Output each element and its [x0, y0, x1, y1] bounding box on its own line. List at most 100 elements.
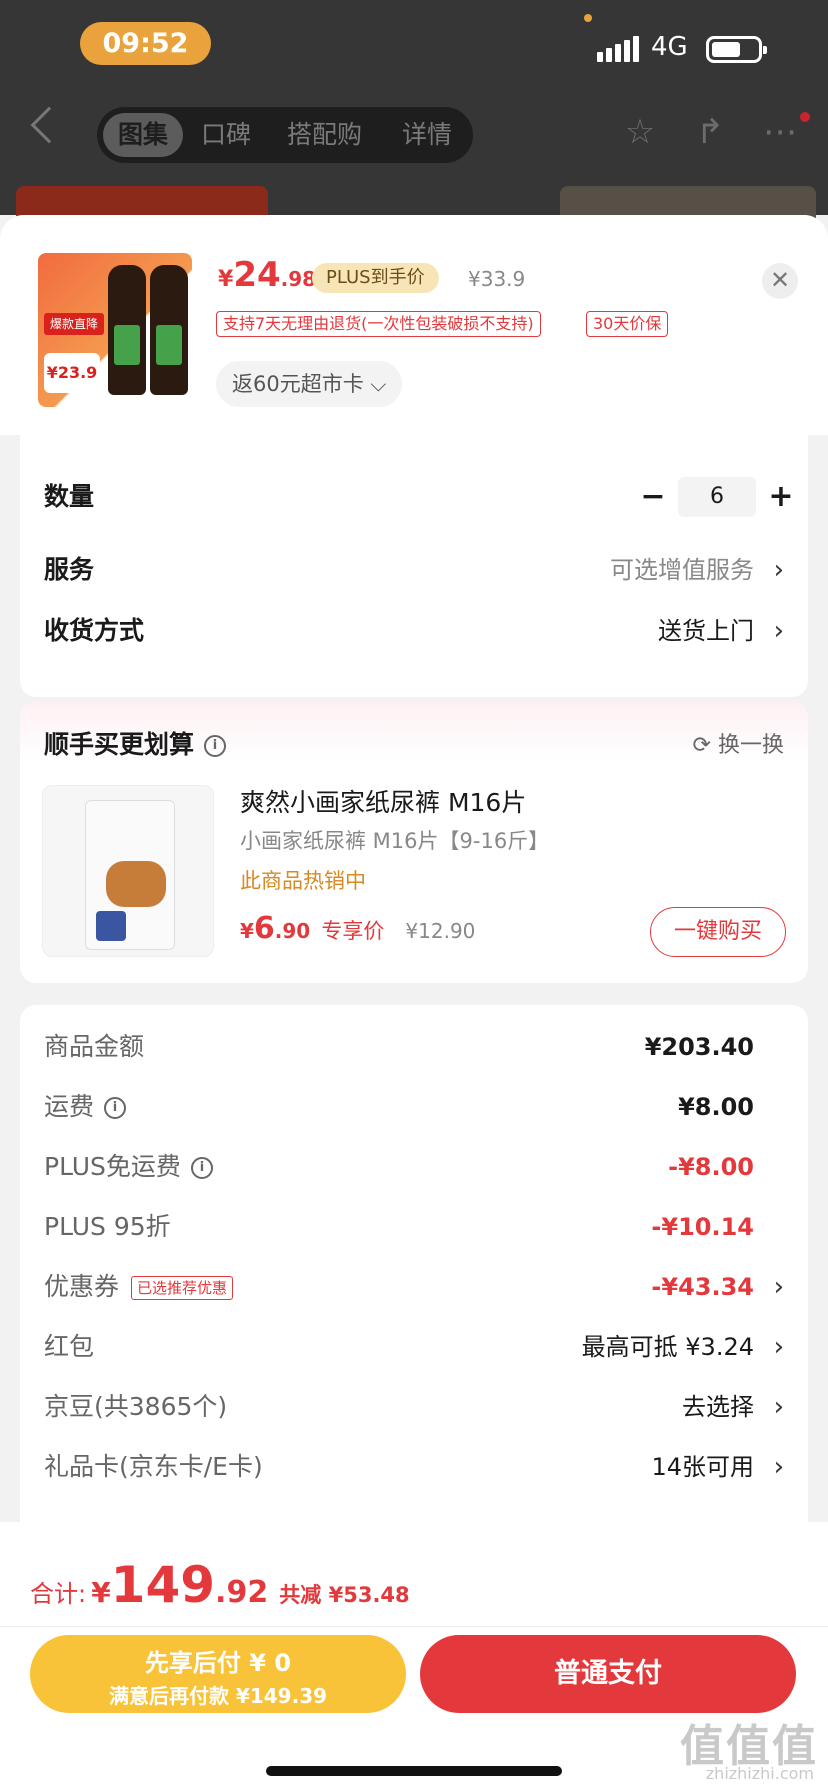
recommend-item-image[interactable]: [42, 785, 214, 957]
recommend-item-spec: 小画家纸尿裤 M16片【9-16斤】: [240, 829, 550, 853]
quantity-input[interactable]: 6: [678, 477, 756, 517]
chevron-right-icon: ›: [773, 1272, 784, 1302]
coupon-recommend-tag: 已选推荐优惠: [131, 1276, 234, 1300]
summary-row-coupon[interactable]: 优惠券 已选推荐优惠 -¥43.34 ›: [44, 1267, 784, 1307]
signal-icon: [597, 36, 642, 62]
price-symbol: ¥: [240, 919, 254, 943]
refresh-label: 换一换: [717, 733, 784, 758]
total-saved: 共减 ¥53.48: [279, 1583, 410, 1607]
refresh-button[interactable]: ⟳ 换一换: [693, 727, 784, 759]
summary-row-shipping: 运费 i ¥8.00: [44, 1087, 784, 1127]
star-icon[interactable]: ☆: [620, 112, 660, 152]
product-summary: 爆款直降 ¥23.9 ¥24.98 PLUS到手价 ¥33.9 ✕ 支持7天无理…: [0, 215, 828, 435]
total-symbol: ¥: [91, 1576, 111, 1609]
home-indicator[interactable]: [266, 1766, 562, 1776]
pay-later-button[interactable]: 先享后付 ¥ 0 满意后再付款 ¥149.39: [30, 1635, 406, 1713]
chevron-right-icon: ›: [773, 1332, 784, 1362]
plus-price-tag: PLUS到手价: [312, 263, 439, 293]
soy-bottle-image: [108, 265, 146, 395]
total-decimal: .92: [215, 1575, 269, 1610]
shipping-value: ¥8.00: [678, 1093, 754, 1121]
battery-icon: [706, 36, 767, 63]
normal-pay-button[interactable]: 普通支付: [420, 1635, 796, 1713]
delivery-label: 收货方式: [44, 616, 145, 645]
tab-details[interactable]: 详情: [402, 107, 452, 163]
dimmed-product-header: 09:52 4G 图集 口碑 搭配购 详情 ☆ ↱ ⋯: [0, 0, 828, 226]
return-policy-tag: 支持7天无理由退货(一次性包装破损不支持): [216, 311, 541, 337]
watermark-site: zhizhizhi.com: [705, 1764, 814, 1783]
thumb-price: ¥23.9: [44, 353, 100, 393]
soy-bottle-image: [150, 265, 188, 395]
product-thumbnail: 爆款直降 ¥23.9: [38, 253, 192, 407]
coupon-label-wrap: 优惠券 已选推荐优惠: [44, 1267, 234, 1307]
thumb-badge: 爆款直降: [44, 313, 104, 335]
total-label: 合计:: [30, 1580, 87, 1608]
more-icon[interactable]: ⋯: [760, 112, 800, 152]
chevron-right-icon: ›: [773, 1452, 784, 1482]
summary-row-goods: 商品金额 ¥203.40: [44, 1027, 784, 1067]
quantity-row: 数量 − 6 +: [44, 477, 794, 517]
tab-gallery[interactable]: 图集: [103, 113, 183, 157]
exclusive-price-tag: 专享价: [321, 919, 385, 943]
summary-row-plus-shipping: PLUS免运费 i -¥8.00: [44, 1147, 784, 1187]
giftcard-label: 礼品卡(京东卡/E卡): [44, 1452, 263, 1481]
share-icon[interactable]: ↱: [690, 112, 730, 152]
chevron-right-icon: ›: [773, 1392, 784, 1422]
coupon-value: -¥43.34: [651, 1273, 754, 1301]
back-icon[interactable]: [30, 106, 68, 144]
tab-bundles[interactable]: 搭配购: [287, 107, 362, 163]
summary-row-giftcard[interactable]: 礼品卡(京东卡/E卡) 14张可用 ›: [44, 1447, 784, 1487]
pay-later-line2: 满意后再付款 ¥149.39: [108, 1684, 328, 1708]
tab-reviews[interactable]: 口碑: [201, 107, 251, 163]
plus-discount-label: PLUS 95折: [44, 1212, 171, 1241]
delivery-row[interactable]: 收货方式 送货上门 ›: [44, 611, 784, 651]
checkout-page: 09:52 4G 图集 口碑 搭配购 详情 ☆ ↱ ⋯ 爆款直降 ¥23.9 ¥…: [0, 0, 828, 1792]
redpacket-value: 最高可抵 ¥3.24: [581, 1333, 754, 1361]
goods-amount-value: ¥203.40: [644, 1033, 754, 1061]
price-decimal: .90: [274, 919, 311, 943]
service-label: 服务: [44, 555, 95, 584]
price-decimal: .98: [280, 267, 317, 291]
notification-dot: [800, 112, 810, 122]
shipping-label-wrap: 运费 i: [44, 1087, 127, 1127]
recommend-card: 顺手买更划算 i ⟳ 换一换 爽然小画家纸尿裤 M16片 小画家纸尿裤 M16片【…: [20, 701, 808, 983]
recommend-title: 顺手买更划算: [44, 730, 195, 759]
price-summary-card: 商品金额 ¥203.40 运费 i ¥8.00 PLUS免运费 i -¥8.00 P…: [20, 1005, 808, 1545]
info-icon[interactable]: i: [190, 1157, 213, 1179]
plus-icon[interactable]: +: [766, 477, 796, 517]
service-value: 可选增值服务: [610, 556, 754, 584]
price-protect-tag: 30天价保: [586, 311, 669, 337]
chevron-right-icon: ›: [773, 555, 784, 585]
privacy-indicator: [584, 14, 592, 22]
total-integer: 149: [110, 1556, 216, 1614]
price-integer: 24: [233, 255, 281, 295]
plus-shipping-label: PLUS免运费: [44, 1152, 181, 1181]
minus-icon[interactable]: −: [638, 477, 668, 517]
one-click-buy-button[interactable]: 一键购买: [650, 907, 786, 957]
product-price: ¥24.98: [218, 255, 316, 295]
coupon-label: 优惠券: [44, 1272, 120, 1301]
summary-row-redpacket[interactable]: 红包 最高可抵 ¥3.24 ›: [44, 1327, 784, 1367]
recommend-item-name[interactable]: 爽然小画家纸尿裤 M16片: [240, 783, 526, 819]
cashback-chip[interactable]: 返60元超市卡 ⌵: [216, 361, 403, 407]
refresh-icon: ⟳: [692, 733, 711, 758]
close-icon[interactable]: ✕: [762, 263, 798, 299]
goods-amount-label: 商品金额: [44, 1032, 145, 1061]
price-symbol: ¥: [218, 267, 234, 292]
network-type: 4G: [651, 32, 688, 62]
info-icon[interactable]: i: [204, 735, 227, 757]
summary-row-jingdou[interactable]: 京豆(共3865个) 去选择 ›: [44, 1387, 784, 1427]
jingdou-value: 去选择: [682, 1393, 754, 1421]
summary-row-plus-discount: PLUS 95折 -¥10.14: [44, 1207, 784, 1247]
original-price: ¥33.9: [468, 267, 526, 291]
options-card: 数量 − 6 + 服务 可选增值服务 › 收货方式 送货上门 ›: [20, 435, 808, 697]
footer-divider: [0, 1626, 828, 1627]
price-integer: 6: [253, 911, 275, 946]
service-row[interactable]: 服务 可选增值服务 ›: [44, 550, 784, 590]
plus-shipping-label-wrap: PLUS免运费 i: [44, 1147, 213, 1187]
recommend-original-price: ¥12.90: [405, 919, 476, 943]
info-icon[interactable]: i: [104, 1097, 127, 1119]
pay-later-line1: 先享后付 ¥ 0: [144, 1649, 292, 1677]
shipping-label: 运费: [44, 1092, 95, 1121]
product-tabs: 图集 口碑 搭配购 详情: [97, 107, 473, 163]
